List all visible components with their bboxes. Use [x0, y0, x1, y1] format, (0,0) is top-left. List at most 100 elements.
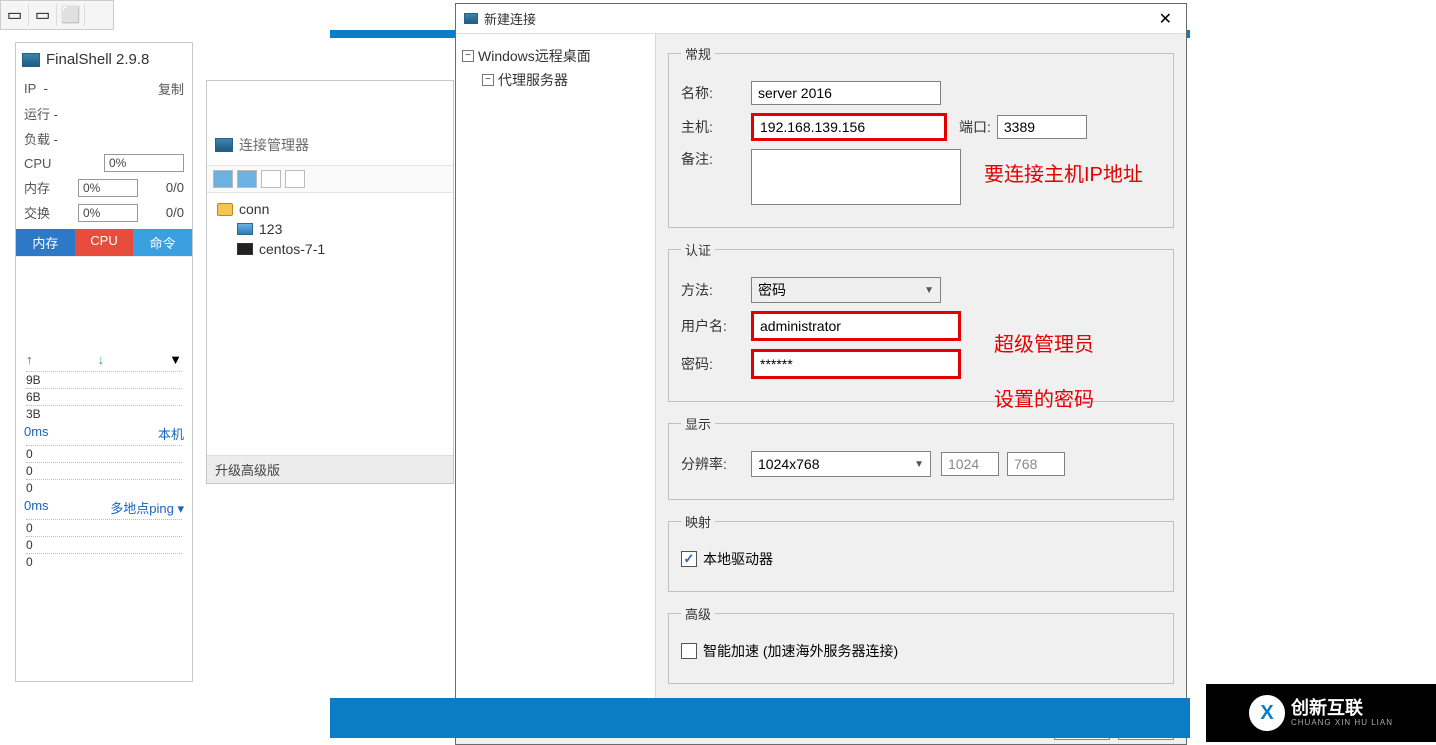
- ping-local-label[interactable]: 本机: [158, 424, 184, 443]
- legend-advanced: 高级: [681, 604, 715, 623]
- val: 0: [26, 553, 182, 570]
- method-label: 方法:: [681, 280, 751, 300]
- legend-display: 显示: [681, 414, 715, 433]
- tab-memory[interactable]: 内存: [16, 229, 75, 256]
- fieldset-mapping: 映射 ✓ 本地驱动器: [668, 512, 1174, 592]
- copy-button[interactable]: 复制: [158, 79, 184, 98]
- val: 0: [26, 445, 182, 462]
- logo-text-cn: 创新互联: [1291, 699, 1393, 719]
- tab-cpu[interactable]: CPU: [75, 229, 134, 256]
- dialog-title: 新建连接: [484, 9, 536, 28]
- run-label: 运行: [24, 107, 50, 122]
- item-label: centos-7-1: [259, 241, 325, 257]
- load-value: -: [54, 132, 58, 147]
- tree-folder-conn[interactable]: conn: [213, 199, 447, 219]
- window-controls-toolbar: ▭ ▭ ⬜: [0, 0, 114, 30]
- connection-tree: conn 123 centos-7-1: [207, 193, 453, 455]
- local-drive-checkbox[interactable]: ✓: [681, 551, 697, 567]
- name-label: 名称:: [681, 83, 751, 103]
- cpu-value: 0%: [104, 154, 184, 172]
- chevron-down-icon: ▼: [914, 459, 924, 470]
- legend-auth: 认证: [681, 240, 715, 259]
- axis-val: 3B: [26, 405, 182, 422]
- accel-checkbox[interactable]: [681, 643, 697, 659]
- res-value: 1024x768: [758, 456, 820, 472]
- user-input[interactable]: [754, 314, 958, 338]
- res-label: 分辨率:: [681, 454, 751, 474]
- user-label: 用户名:: [681, 316, 751, 336]
- new-folder-icon[interactable]: [213, 170, 233, 188]
- swap-value: 0%: [78, 204, 138, 222]
- dialog-sidebar: − Windows远程桌面 − 代理服务器: [456, 34, 656, 708]
- tree-node-proxy[interactable]: − 代理服务器: [462, 68, 649, 92]
- new-connection-icon[interactable]: [237, 170, 257, 188]
- note-input[interactable]: [751, 149, 961, 205]
- name-input[interactable]: [751, 81, 941, 105]
- collapse-icon[interactable]: −: [462, 50, 474, 62]
- host-label: 主机:: [681, 117, 751, 137]
- window-icon-2[interactable]: ▭: [29, 4, 57, 26]
- tree-node-rdp[interactable]: − Windows远程桌面: [462, 44, 649, 68]
- val: 0: [26, 536, 182, 553]
- port-input[interactable]: [997, 115, 1087, 139]
- connection-manager-panel: 连接管理器 conn 123 centos-7-1 升级高级版: [206, 80, 454, 484]
- maximize-icon[interactable]: ⬜: [57, 4, 85, 26]
- upgrade-button[interactable]: 升级高级版: [207, 455, 453, 483]
- cpu-label: CPU: [24, 156, 51, 171]
- fieldset-display: 显示 分辨率: 1024x768 ▼: [668, 414, 1174, 500]
- annotation-pass: 设置的密码: [994, 383, 1094, 412]
- swap-ratio: 0/0: [166, 205, 184, 220]
- folder-label: conn: [239, 201, 269, 217]
- folder-icon: [217, 203, 233, 216]
- dropdown-icon[interactable]: ▼: [169, 352, 182, 367]
- pass-input[interactable]: [754, 352, 958, 376]
- mem-label: 内存: [24, 178, 50, 197]
- host-highlight: [751, 113, 947, 141]
- res-select[interactable]: 1024x768 ▼: [751, 451, 931, 477]
- ip-value: -: [44, 81, 48, 96]
- pass-highlight: [751, 349, 961, 379]
- mem-ratio: 0/0: [166, 180, 184, 195]
- legend-general: 常规: [681, 44, 715, 63]
- window-icon[interactable]: ▭: [1, 4, 29, 26]
- monitor-icon: [464, 13, 478, 24]
- pass-label: 密码:: [681, 354, 751, 374]
- host-input[interactable]: [754, 116, 944, 138]
- method-value: 密码: [758, 280, 786, 300]
- dialog-titlebar: 新建连接 ✕: [456, 4, 1186, 34]
- fieldset-advanced: 高级 智能加速 (加速海外服务器连接): [668, 604, 1174, 684]
- tree-item-123[interactable]: 123: [213, 219, 447, 239]
- height-input: [1007, 452, 1065, 476]
- swap-label: 交换: [24, 203, 50, 222]
- local-drive-label: 本地驱动器: [703, 549, 773, 569]
- item-label: 123: [259, 221, 282, 237]
- accel-label: 智能加速 (加速海外服务器连接): [703, 641, 898, 661]
- note-label: 备注:: [681, 149, 751, 169]
- val: 0: [26, 462, 182, 479]
- monitor-tabs: 内存 CPU 命令: [16, 229, 192, 256]
- arrow-down-icon: ↓: [98, 352, 105, 367]
- ip-label: IP: [24, 81, 36, 96]
- ping-multi-ms: 0ms: [24, 498, 49, 517]
- collapse-icon[interactable]: [261, 170, 281, 188]
- fieldset-general: 常规 名称: 主机: 端口: 备注:: [668, 44, 1174, 228]
- ping-multi-label[interactable]: 多地点ping ▾: [110, 498, 184, 517]
- dialog-form: 常规 名称: 主机: 端口: 备注:: [656, 34, 1186, 708]
- collapse-icon[interactable]: −: [482, 74, 494, 86]
- close-icon[interactable]: ✕: [1153, 9, 1178, 29]
- axis-val: 6B: [26, 388, 182, 405]
- port-label: 端口:: [959, 117, 991, 137]
- method-select[interactable]: 密码 ▼: [751, 277, 941, 303]
- logo-icon: X: [1249, 695, 1285, 731]
- expand-icon[interactable]: [285, 170, 305, 188]
- connection-toolbar: [207, 165, 453, 193]
- app-title-row: FinalShell 2.9.8: [16, 43, 192, 76]
- annotation-admin: 超级管理员: [994, 328, 1094, 357]
- val: 0: [26, 479, 182, 496]
- tab-command[interactable]: 命令: [133, 229, 192, 256]
- annotation-ip: 要连接主机IP地址: [984, 158, 1143, 187]
- tree-item-centos[interactable]: centos-7-1: [213, 239, 447, 259]
- brand-logo: X 创新互联 CHUANG XIN HU LIAN: [1206, 684, 1436, 742]
- legend-mapping: 映射: [681, 512, 715, 531]
- ping-local-vals: 0 0 0: [16, 445, 192, 496]
